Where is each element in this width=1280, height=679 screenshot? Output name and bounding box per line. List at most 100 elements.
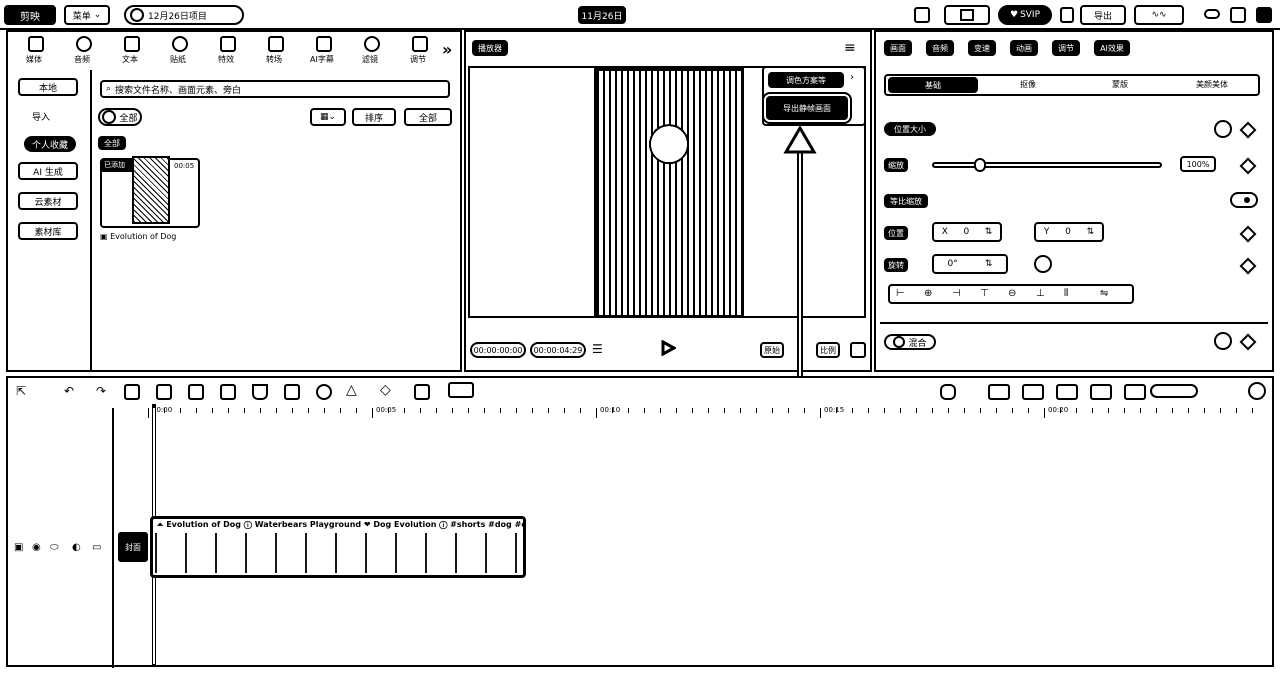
keyframe-icon[interactable]: [1239, 225, 1257, 243]
tab-sticker[interactable]: 贴纸: [162, 34, 198, 68]
menu-button[interactable]: 菜单 ⌄: [64, 5, 110, 25]
play-icon[interactable]: [660, 339, 678, 357]
audio-icon[interactable]: ◐: [72, 542, 81, 553]
subtab-cutout[interactable]: 抠像: [1020, 79, 1036, 90]
rotate-field[interactable]: 0° ⇅: [932, 254, 1008, 274]
media-clip[interactable]: 已添加 00:05: [100, 156, 200, 228]
hide-icon[interactable]: ◉: [32, 542, 41, 553]
sidebar-item-local[interactable]: 本地: [18, 78, 78, 96]
maximize-icon[interactable]: [1230, 7, 1246, 23]
subtab-basic[interactable]: 基础: [888, 77, 978, 93]
sidebar-item-ai[interactable]: AI 生成: [18, 162, 78, 180]
rotate-icon[interactable]: ◇: [380, 382, 391, 398]
all-tag[interactable]: 全部: [98, 136, 126, 150]
filter-toggle[interactable]: 全部: [98, 108, 142, 126]
minimize-icon[interactable]: [1204, 9, 1220, 19]
tab-picture[interactable]: 画面: [884, 40, 912, 56]
keyframe-icon[interactable]: [1239, 121, 1257, 139]
align-left-icon[interactable]: ⊢: [896, 288, 905, 299]
menu-item-export-frame[interactable]: 导出静帧画面: [762, 92, 852, 124]
sidebar-item-import[interactable]: 导入: [32, 110, 50, 123]
undo-icon[interactable]: ↶: [64, 384, 74, 398]
more-icon[interactable]: ▭: [92, 542, 101, 553]
reverse-icon[interactable]: [284, 384, 300, 400]
layout-icon[interactable]: [914, 7, 930, 23]
freeze-icon[interactable]: [252, 384, 268, 400]
fit-icon[interactable]: [1124, 384, 1146, 400]
mic-icon[interactable]: [940, 384, 956, 400]
mute-icon[interactable]: ⬭: [50, 542, 59, 553]
flip-icon[interactable]: ⇋: [1100, 288, 1108, 299]
sidebar-item-favorites[interactable]: 个人收藏: [24, 136, 76, 152]
reset-icon[interactable]: [1214, 332, 1232, 350]
chevron-right-icon[interactable]: »: [442, 40, 452, 59]
distribute-icon[interactable]: ⫴: [1064, 288, 1068, 299]
scale-value-field[interactable]: 100%: [1180, 156, 1216, 172]
align-right-icon[interactable]: ⊣: [952, 288, 961, 299]
all-filter-button[interactable]: 全部: [404, 108, 452, 126]
search-field[interactable]: ⌕ 搜索文件名称、画面元素、旁白: [100, 80, 450, 98]
vip-button[interactable]: ♥ SVIP: [998, 5, 1052, 25]
settings-icon[interactable]: [1248, 382, 1266, 400]
project-name-field[interactable]: 12月26日项目: [124, 5, 244, 25]
sidebar-item-library[interactable]: 素材库: [18, 222, 78, 240]
position-y-field[interactable]: Y 0 ⇅: [1034, 222, 1104, 242]
export-button[interactable]: 导出: [1080, 5, 1126, 25]
uniform-scale-toggle[interactable]: [1230, 192, 1258, 208]
cover-button[interactable]: 封面: [118, 532, 148, 562]
menu-item-color[interactable]: 调色方案等: [768, 72, 844, 88]
tab-ai-effects[interactable]: AI效果: [1094, 40, 1130, 56]
sort-button[interactable]: 排序: [352, 108, 396, 126]
auto-snap-icon[interactable]: [1022, 384, 1044, 400]
tab-speed[interactable]: 变速: [968, 40, 996, 56]
main-track-magnet-icon[interactable]: [988, 384, 1010, 400]
slider-handle[interactable]: [974, 158, 986, 172]
tab-filter[interactable]: 滤镜: [354, 34, 390, 68]
screen-button[interactable]: [944, 5, 990, 25]
redo-icon[interactable]: ↷: [96, 384, 106, 398]
tools-button[interactable]: ∿∿: [1134, 5, 1184, 25]
section-position-size[interactable]: 位置大小: [884, 122, 936, 136]
split-icon[interactable]: [124, 384, 140, 400]
tab-transition[interactable]: 转场: [258, 34, 294, 68]
timecode-menu-icon[interactable]: ☰: [592, 342, 603, 356]
shortcut-icon[interactable]: [1060, 7, 1074, 23]
video-clip[interactable]: ⏶ Evolution of Dog ⓘ Waterbears Playgrou…: [150, 516, 526, 578]
align-bottom-icon[interactable]: ⊥: [1036, 288, 1045, 299]
tab-audio[interactable]: 音频: [66, 34, 102, 68]
delete-icon[interactable]: [220, 384, 236, 400]
keyframe-icon[interactable]: [1239, 257, 1257, 275]
tab-effects[interactable]: 特效: [210, 34, 246, 68]
app-logo-button[interactable]: 剪映: [4, 5, 56, 25]
scale-slider[interactable]: [932, 158, 1162, 172]
player-menu-icon[interactable]: ≡: [844, 40, 856, 56]
sidebar-item-cloud[interactable]: 云素材: [18, 192, 78, 210]
tab-text[interactable]: 文本: [114, 34, 150, 68]
subtab-beauty[interactable]: 美颜美体: [1196, 79, 1228, 90]
align-top-icon[interactable]: ⊤: [980, 288, 989, 299]
lock-icon[interactable]: ▣: [14, 542, 23, 553]
rotate-dial-icon[interactable]: [1034, 255, 1052, 273]
subtab-mask[interactable]: 蒙版: [1112, 79, 1128, 90]
tab-adjust[interactable]: 调节: [1052, 40, 1080, 56]
fullscreen-icon[interactable]: [850, 342, 866, 358]
view-mode-button[interactable]: ▦⌄: [310, 108, 346, 126]
tab-caption[interactable]: AI字幕: [306, 34, 342, 68]
link-icon[interactable]: [1056, 384, 1078, 400]
split-right-icon[interactable]: [188, 384, 204, 400]
reset-icon[interactable]: [1214, 120, 1232, 138]
keyframe-icon[interactable]: [1239, 157, 1257, 175]
tab-media[interactable]: 媒体: [18, 34, 54, 68]
align-middle-icon[interactable]: ⊖: [1008, 288, 1016, 299]
preview-axis-icon[interactable]: [1090, 384, 1112, 400]
split-left-icon[interactable]: [156, 384, 172, 400]
tab-animation[interactable]: 动画: [1010, 40, 1038, 56]
crop-frame-icon[interactable]: [414, 384, 430, 400]
align-center-icon[interactable]: ⊕: [924, 288, 932, 299]
tab-audio[interactable]: 音频: [926, 40, 954, 56]
tab-adjust[interactable]: 调节: [402, 34, 438, 68]
ai-tool-icon[interactable]: [448, 382, 474, 398]
select-tool-icon[interactable]: ⇱: [16, 384, 26, 398]
mirror-icon[interactable]: △: [346, 382, 357, 398]
position-x-field[interactable]: X 0 ⇅: [932, 222, 1002, 242]
